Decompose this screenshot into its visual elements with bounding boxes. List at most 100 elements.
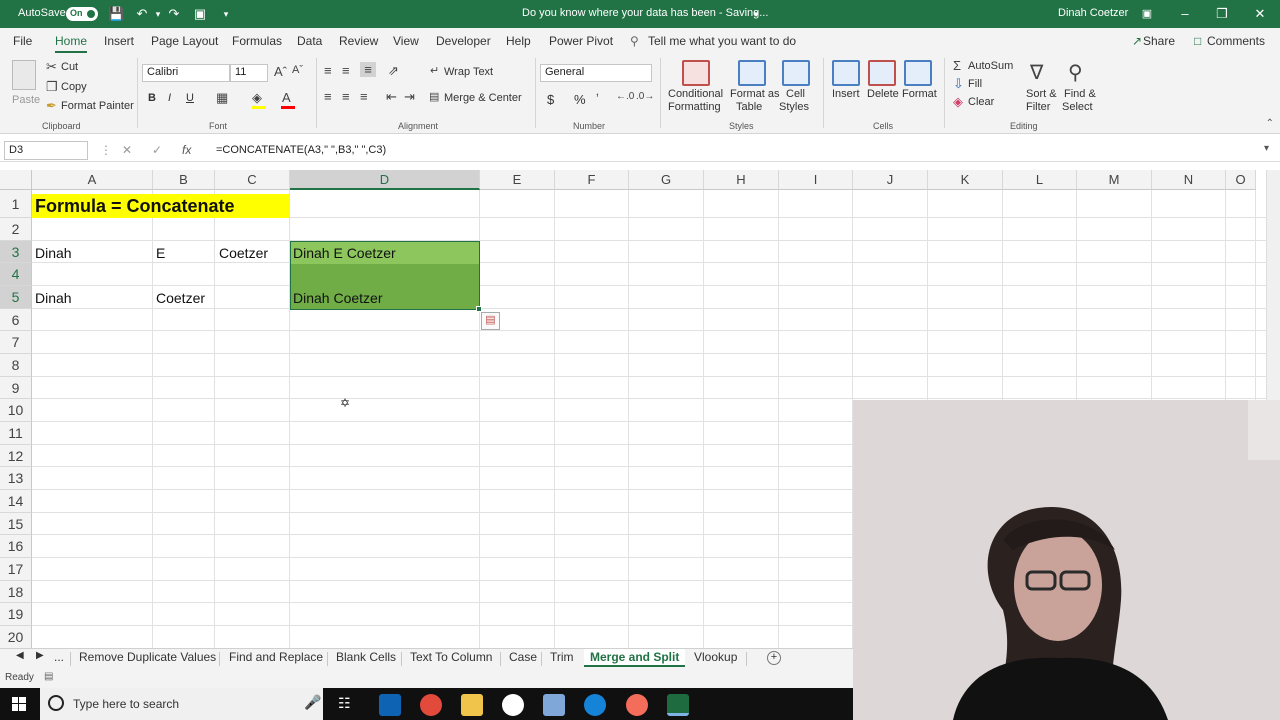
borders-icon[interactable]: ▦ [216, 90, 228, 106]
column-header-f[interactable]: F [555, 170, 629, 190]
format-as-table-label[interactable]: Format as [730, 88, 780, 100]
copy-button[interactable]: Copy [61, 81, 87, 93]
column-header-g[interactable]: G [629, 170, 704, 190]
column-header-e[interactable]: E [480, 170, 555, 190]
find-select-icon[interactable]: ⚲ [1068, 60, 1083, 85]
column-header-l[interactable]: L [1003, 170, 1077, 190]
format-painter-button[interactable]: Format Painter [61, 100, 134, 112]
collapse-ribbon-icon[interactable]: ⌃ [1266, 118, 1274, 129]
chrome-icon[interactable] [420, 694, 442, 716]
delete-cells-button[interactable]: Delete [867, 88, 899, 100]
windows-start-icon[interactable] [12, 697, 26, 711]
align-right-icon[interactable]: ≡ [360, 89, 368, 104]
merge-center-button[interactable]: Merge & Center [444, 92, 522, 104]
close-icon[interactable]: ✕ [1245, 4, 1275, 24]
cell-d5[interactable]: Dinah Coetzer [290, 290, 383, 306]
column-header-b[interactable]: B [153, 170, 215, 190]
task-view-icon[interactable]: ☷ [338, 695, 351, 712]
tell-me-input[interactable]: Tell me what you want to do [648, 34, 796, 48]
taskbar-search[interactable]: Type here to search 🎤 [40, 688, 323, 720]
tab-review[interactable]: Review [339, 34, 378, 48]
tab-power-pivot[interactable]: Power Pivot [549, 34, 613, 48]
fill-button[interactable]: Fill [968, 78, 982, 90]
undo-dropdown-icon[interactable]: ▾ [150, 6, 166, 22]
column-header-m[interactable]: M [1077, 170, 1152, 190]
paste-button[interactable]: Paste [12, 94, 40, 106]
comma-style-icon[interactable]: ʼ [596, 91, 599, 106]
sheet-tab-remove-duplicates[interactable]: Remove Duplicate Values [79, 649, 216, 665]
row-header-1[interactable]: 1 [0, 190, 32, 218]
enter-entry-icon[interactable]: ✓ [152, 143, 162, 157]
tab-file[interactable]: File [13, 34, 32, 48]
column-header-c[interactable]: C [215, 170, 290, 190]
edge-icon[interactable] [584, 694, 606, 716]
column-header-j[interactable]: J [853, 170, 928, 190]
formula-input[interactable]: =CONCATENATE(A3," ",B3," ",C3) [216, 144, 386, 156]
cell-c3[interactable]: Coetzer [216, 245, 268, 261]
expand-formula-icon[interactable]: ▾ [1264, 143, 1269, 154]
user-name[interactable]: Dinah Coetzer [1058, 7, 1128, 19]
decrease-decimal-icon[interactable]: .0→ [636, 91, 654, 102]
font-size-select[interactable]: 11 [230, 64, 268, 82]
cell-a5[interactable]: Dinah [32, 290, 72, 306]
column-header-h[interactable]: H [704, 170, 779, 190]
underline-button[interactable]: U [186, 92, 194, 104]
column-header-d[interactable]: D [290, 170, 480, 190]
currency-button[interactable]: $ [547, 92, 554, 107]
row-header-13[interactable]: 13 [0, 467, 32, 490]
column-header-o[interactable]: O [1226, 170, 1256, 190]
column-header-i[interactable]: I [779, 170, 853, 190]
row-header-7[interactable]: 7 [0, 331, 32, 354]
tab-help[interactable]: Help [506, 34, 531, 48]
vertical-scrollbar[interactable] [1266, 170, 1280, 400]
align-middle-icon[interactable]: ≡ [342, 63, 350, 78]
italic-button[interactable]: I [168, 92, 171, 104]
macro-record-icon[interactable]: ▤ [44, 671, 53, 682]
recorder-icon[interactable] [626, 694, 648, 716]
format-as-table-label-2[interactable]: Table [736, 101, 762, 113]
format-cells-icon[interactable] [904, 60, 932, 86]
sort-filter-label[interactable]: Sort & [1026, 88, 1057, 100]
cut-button[interactable]: Cut [61, 61, 78, 73]
insert-cells-icon[interactable] [832, 60, 860, 86]
row-header-17[interactable]: 17 [0, 558, 32, 581]
decrease-indent-icon[interactable]: ⇤ [386, 89, 397, 105]
restore-icon[interactable]: ❐ [1207, 4, 1237, 24]
tab-view[interactable]: View [393, 34, 419, 48]
minimize-icon[interactable]: – [1170, 4, 1200, 24]
select-all-corner[interactable] [0, 170, 32, 190]
sort-filter-label-2[interactable]: Filter [1026, 101, 1050, 113]
row-header-10[interactable]: 10 [0, 399, 32, 422]
customize-toolbar-icon[interactable]: ▾ [218, 6, 234, 22]
next-sheet-icon[interactable]: ▶ [36, 649, 44, 662]
sheet-tab-merge-split[interactable]: Merge and Split [584, 649, 686, 667]
row-header-16[interactable]: 16 [0, 535, 32, 558]
wrap-text-button[interactable]: Wrap Text [444, 66, 493, 78]
title-dropdown-icon[interactable]: ▾ [748, 6, 764, 22]
cell-b5[interactable]: Coetzer [153, 290, 205, 306]
excel-icon[interactable] [667, 694, 689, 716]
cell-a1[interactable]: Formula = Concatenate [32, 196, 235, 217]
prev-sheet-icon[interactable]: ◀ [16, 649, 24, 662]
undo-icon[interactable]: ↶ [134, 6, 150, 22]
sheet-tab-text-to-column[interactable]: Text To Column [410, 649, 492, 665]
redo-icon[interactable]: ↷ [166, 6, 182, 22]
save-icon[interactable]: 💾 [108, 6, 124, 22]
row-header-15[interactable]: 15 [0, 513, 32, 535]
delete-cells-icon[interactable] [868, 60, 896, 86]
cell-b3[interactable]: E [153, 245, 165, 261]
conditional-formatting-icon[interactable] [682, 60, 710, 86]
outlook-icon[interactable] [379, 694, 401, 716]
align-left-icon[interactable]: ≡ [324, 89, 332, 104]
clear-button[interactable]: Clear [968, 96, 994, 108]
ribbon-display-icon[interactable]: ▣ [1132, 4, 1162, 24]
row-header-12[interactable]: 12 [0, 445, 32, 467]
microphone-icon[interactable]: 🎤 [304, 694, 321, 711]
increase-indent-icon[interactable]: ⇥ [404, 89, 415, 105]
row-header-5[interactable]: 5 [0, 286, 32, 309]
bold-button[interactable]: B [148, 92, 156, 104]
find-select-label[interactable]: Find & [1064, 88, 1096, 100]
tab-home[interactable]: Home [55, 34, 88, 53]
tab-data[interactable]: Data [297, 34, 322, 48]
comments-button[interactable]: Comments [1207, 34, 1265, 48]
